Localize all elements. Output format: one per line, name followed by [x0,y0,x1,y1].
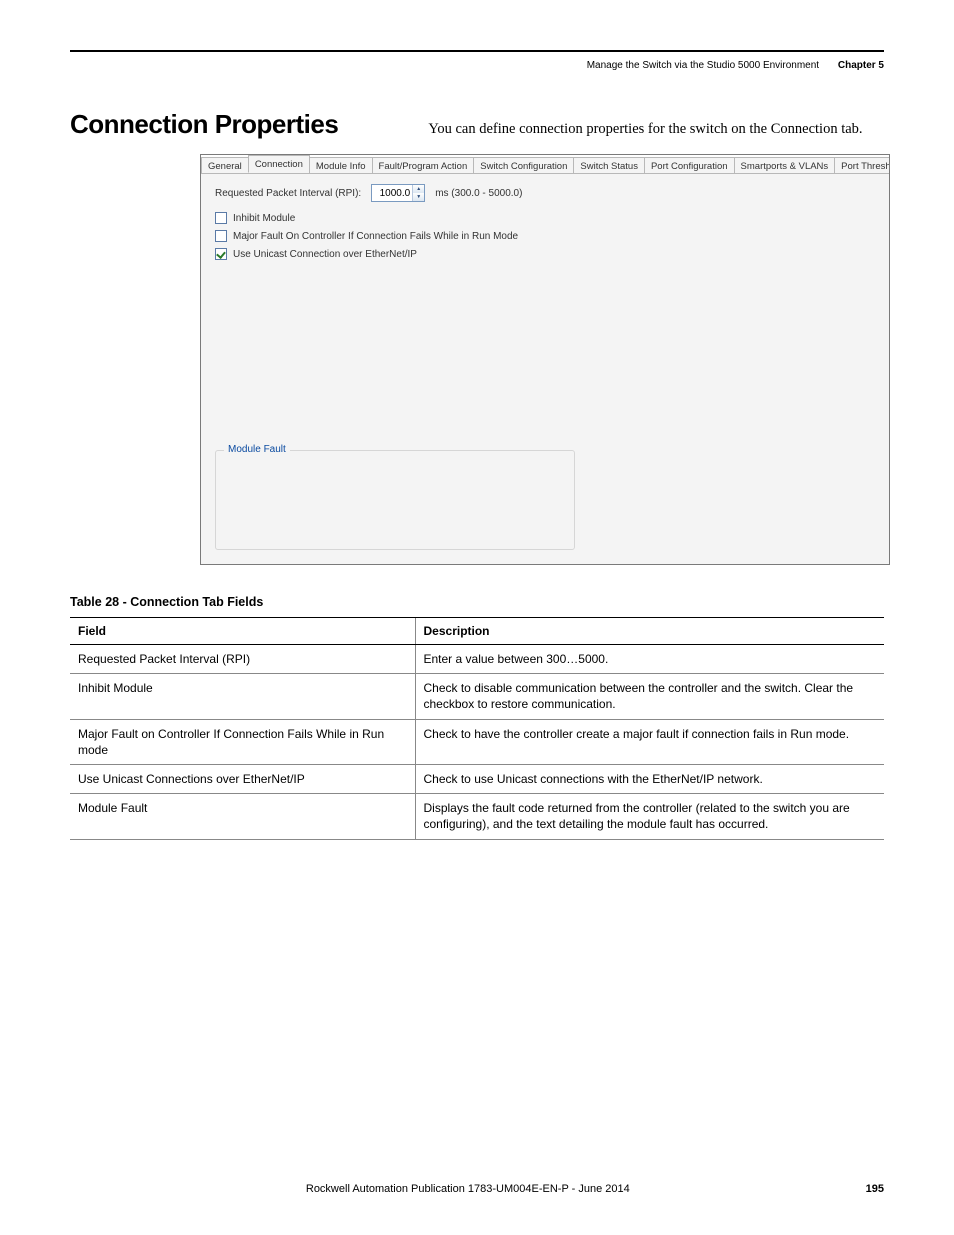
section-title: Connection Properties [70,109,338,140]
tab-smartports-vlans[interactable]: Smartports & VLANs [734,157,836,174]
rpi-label: Requested Packet Interval (RPI): [215,188,361,199]
table-row: Major Fault on Controller If Connection … [70,719,884,764]
rpi-spinner[interactable]: ▲ ▼ [371,184,425,202]
connection-dialog-screenshot: General Connection Module Info Fault/Pro… [200,154,890,565]
page-header: Manage the Switch via the Studio 5000 En… [70,58,884,71]
tab-switch-configuration[interactable]: Switch Configuration [473,157,574,174]
table-row: Module Fault Displays the fault code ret… [70,794,884,839]
spinner-down-icon[interactable]: ▼ [413,193,424,201]
unicast-checkbox[interactable] [215,248,227,260]
tab-connection[interactable]: Connection [248,155,310,173]
header-breadcrumb: Manage the Switch via the Studio 5000 En… [587,60,819,71]
field-cell: Major Fault on Controller If Connection … [70,719,415,764]
tab-module-info[interactable]: Module Info [309,157,373,174]
table-row: Requested Packet Interval (RPI) Enter a … [70,645,884,674]
footer-page-number: 195 [866,1183,884,1195]
desc-cell: Check to use Unicast connections with th… [415,764,884,793]
header-chapter: Chapter 5 [838,60,884,71]
page-footer: Rockwell Automation Publication 1783-UM0… [70,1183,884,1195]
footer-publication: Rockwell Automation Publication 1783-UM0… [70,1183,866,1195]
desc-cell: Check to have the controller create a ma… [415,719,884,764]
module-fault-group: Module Fault [215,450,575,550]
table-caption: Table 28 - Connection Tab Fields [70,595,884,609]
major-fault-label: Major Fault On Controller If Connection … [233,231,518,242]
tab-general[interactable]: General [201,157,249,174]
desc-cell: Displays the fault code returned from th… [415,794,884,839]
field-cell: Inhibit Module [70,674,415,719]
table-head-description: Description [415,618,884,645]
inhibit-module-label: Inhibit Module [233,213,295,224]
tab-fault-program-action[interactable]: Fault/Program Action [372,157,475,174]
dialog-tabs: General Connection Module Info Fault/Pro… [201,155,889,174]
section-intro: You can define connection properties for… [428,121,862,138]
tab-port-thresholds[interactable]: Port Thresholds [834,157,889,174]
table-row: Inhibit Module Check to disable communic… [70,674,884,719]
inhibit-module-checkbox[interactable] [215,212,227,224]
tab-port-configuration[interactable]: Port Configuration [644,157,735,174]
field-cell: Use Unicast Connections over EtherNet/IP [70,764,415,793]
desc-cell: Check to disable communication between t… [415,674,884,719]
rpi-input[interactable] [372,185,412,201]
major-fault-checkbox[interactable] [215,230,227,242]
module-fault-legend: Module Fault [224,444,290,455]
field-cell: Module Fault [70,794,415,839]
table-head-field: Field [70,618,415,645]
desc-cell: Enter a value between 300…5000. [415,645,884,674]
unicast-label: Use Unicast Connection over EtherNet/IP [233,249,417,260]
spinner-up-icon[interactable]: ▲ [413,185,424,193]
tab-switch-status[interactable]: Switch Status [573,157,645,174]
rpi-unit: ms (300.0 - 5000.0) [435,188,522,199]
field-cell: Requested Packet Interval (RPI) [70,645,415,674]
connection-fields-table: Field Description Requested Packet Inter… [70,617,884,840]
table-row: Use Unicast Connections over EtherNet/IP… [70,764,884,793]
